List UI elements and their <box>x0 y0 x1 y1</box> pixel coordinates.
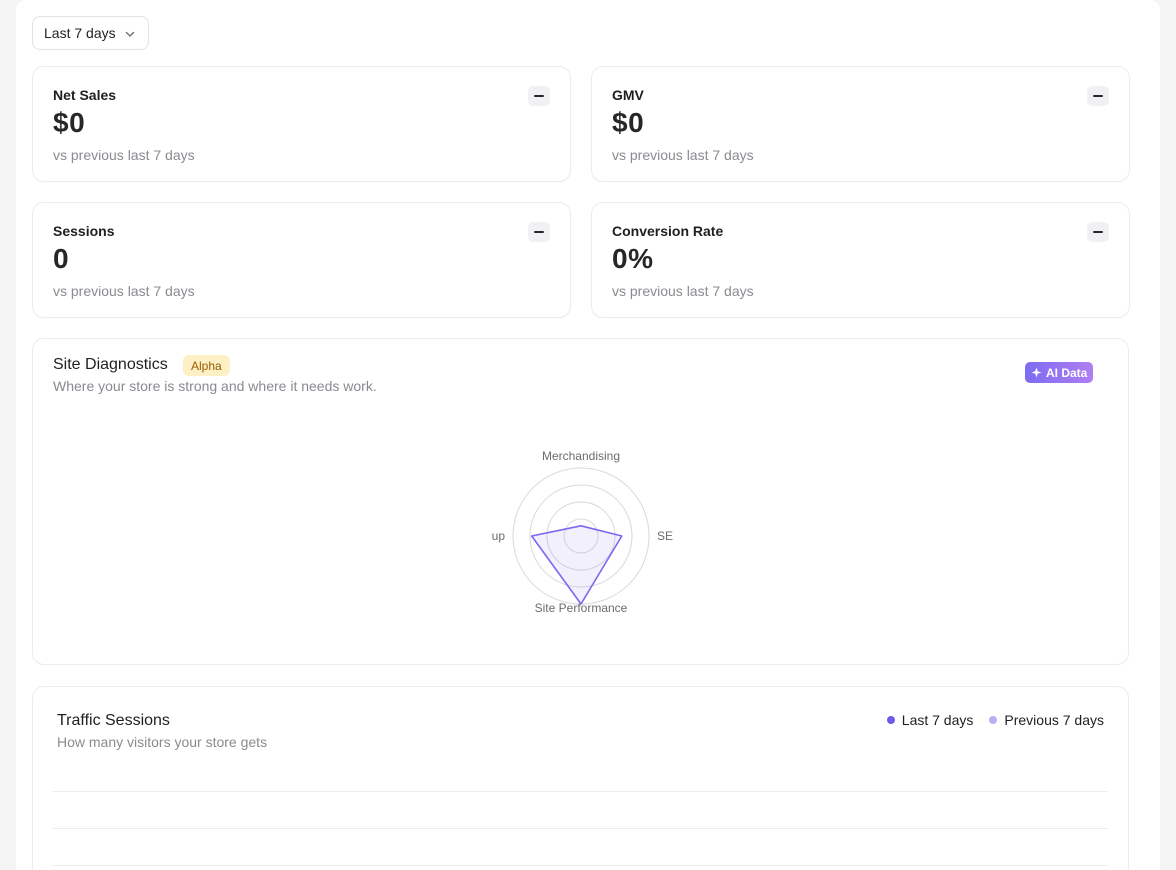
metric-card-net-sales: Net Sales $0 vs previous last 7 days <box>32 66 571 182</box>
metric-comparison: vs previous last 7 days <box>53 147 195 163</box>
traffic-subtitle: How many visitors your store gets <box>57 734 268 750</box>
radar-axis-label: SE <box>657 529 673 543</box>
metric-comparison: vs previous last 7 days <box>612 283 754 299</box>
metric-comparison: vs previous last 7 days <box>612 147 754 163</box>
metric-card-gmv: GMV $0 vs previous last 7 days <box>591 66 1130 182</box>
legend-label: Previous 7 days <box>1004 712 1104 728</box>
radar-axis-label: Site Performance <box>535 601 628 615</box>
metric-title: Sessions <box>53 223 115 239</box>
metric-value: 0% <box>612 243 654 274</box>
metric-title: GMV <box>612 87 644 103</box>
radar-axis-label: Merchandising <box>542 449 620 463</box>
traffic-sessions-card: Traffic Sessions How many visitors your … <box>32 686 1129 870</box>
metric-value: $0 <box>53 107 86 138</box>
metric-title: Net Sales <box>53 87 117 103</box>
chart-gridline <box>53 828 1108 829</box>
minus-icon <box>528 86 550 106</box>
legend-dot <box>886 716 895 724</box>
minus-icon <box>1087 222 1109 242</box>
metric-card-sessions: Sessions 0 vs previous last 7 days <box>32 202 571 318</box>
legend-item-previous-7-days[interactable]: Previous 7 days <box>989 712 1104 728</box>
dashboard-page: Last 7 days Net Sales $0 vs previous las… <box>16 0 1160 870</box>
radar-series-0 <box>530 525 623 605</box>
radar-axis-label: up <box>492 529 506 543</box>
metric-comparison: vs previous last 7 days <box>53 283 195 299</box>
metric-value: $0 <box>612 107 645 138</box>
chevron-down-icon <box>125 31 134 37</box>
legend-label: Last 7 days <box>901 712 974 728</box>
legend-dot <box>989 716 998 724</box>
minus-icon <box>528 222 550 242</box>
period-select-value: Last 7 days <box>44 25 116 41</box>
traffic-title: Traffic Sessions <box>57 712 170 729</box>
legend-item-last-7-days[interactable]: Last 7 days <box>886 712 974 728</box>
metric-title: Conversion Rate <box>612 223 724 239</box>
chart-gridline <box>53 865 1108 866</box>
chart-legend: Last 7 days Previous 7 days <box>886 712 1104 728</box>
metric-card-conversion-rate: Conversion Rate 0% vs previous last 7 da… <box>591 202 1130 318</box>
radar-chart: Merchandising SE Site Performance up <box>492 449 673 615</box>
period-select[interactable]: Last 7 days <box>32 16 149 50</box>
chart-gridline <box>53 791 1108 792</box>
minus-icon <box>1087 86 1109 106</box>
site-diagnostics-card: Site Diagnostics Alpha Where your store … <box>32 338 1129 665</box>
metric-value: 0 <box>53 243 70 274</box>
